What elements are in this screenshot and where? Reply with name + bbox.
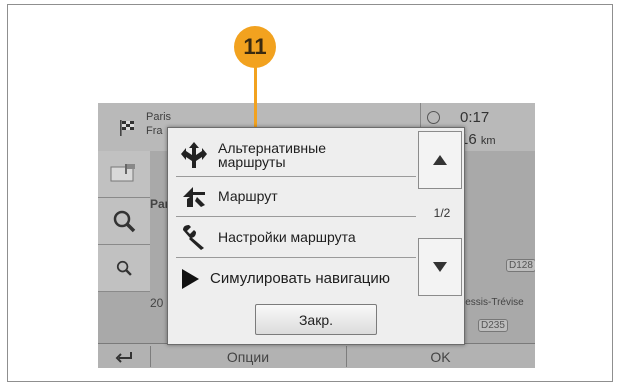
poi-button[interactable] <box>98 151 150 198</box>
menu-item-label: Симулировать навигацию <box>210 270 391 287</box>
remaining-time: 0:17 <box>460 109 490 126</box>
alternative-routes-icon <box>176 140 212 170</box>
clock-icon <box>427 111 440 124</box>
bottom-bar: Опции OK <box>98 343 535 368</box>
road-label-d128: D128 <box>506 259 535 272</box>
distance-unit: km <box>480 135 496 147</box>
zoom-in-icon <box>113 210 136 233</box>
play-icon <box>176 264 204 294</box>
zoom-out-icon <box>116 260 132 276</box>
callout-marker: 11 <box>234 26 276 68</box>
route-menu-popup: Альтернативные маршруты Маршрут Настройк… <box>167 127 465 345</box>
menu-item-route[interactable]: Маршрут <box>176 177 416 215</box>
close-button[interactable]: Закр. <box>255 304 377 335</box>
route-settings-icon <box>176 222 212 252</box>
menu-item-label: Альтернативные маршруты <box>218 141 326 169</box>
menu-item-label: Маршрут <box>218 188 278 204</box>
menu-item-route-settings[interactable]: Настройки маршрута <box>176 218 416 256</box>
page-indicator: 1/2 <box>433 206 451 220</box>
zoom-out-button[interactable] <box>98 245 150 292</box>
scroll-up-button[interactable] <box>418 131 462 189</box>
poi-icon <box>110 164 135 182</box>
destination-flag-icon <box>120 120 134 136</box>
ok-button[interactable]: OK <box>346 344 535 368</box>
destination-name: Paris <box>146 111 172 123</box>
back-icon <box>115 351 132 363</box>
destination-country: Fra <box>146 125 163 137</box>
zoom-in-button[interactable] <box>98 198 150 245</box>
menu-item-label: Настройки маршрута <box>218 229 356 245</box>
arrow-up-icon <box>433 155 447 165</box>
menu-item-alternative-routes[interactable]: Альтернативные маршруты <box>176 136 416 174</box>
menu-item-simulate-navigation[interactable]: Симулировать навигацию <box>176 260 416 298</box>
menu-item-label-line2: маршруты <box>218 154 286 170</box>
back-button[interactable] <box>98 344 150 368</box>
menu-separator <box>176 257 416 258</box>
road-label-d235: D235 <box>478 319 508 332</box>
arrow-down-icon <box>433 262 447 272</box>
menu-item-label-line1: Альтернативные <box>218 140 326 156</box>
map-label-plessis: lessis-Trévise <box>463 297 524 308</box>
options-button[interactable]: Опции <box>150 344 346 368</box>
scroll-down-button[interactable] <box>418 238 462 296</box>
route-icon <box>176 181 212 211</box>
map-label-20: 20 <box>150 296 164 310</box>
menu-separator <box>176 216 416 217</box>
remaining-distance: 16 km <box>460 131 496 148</box>
